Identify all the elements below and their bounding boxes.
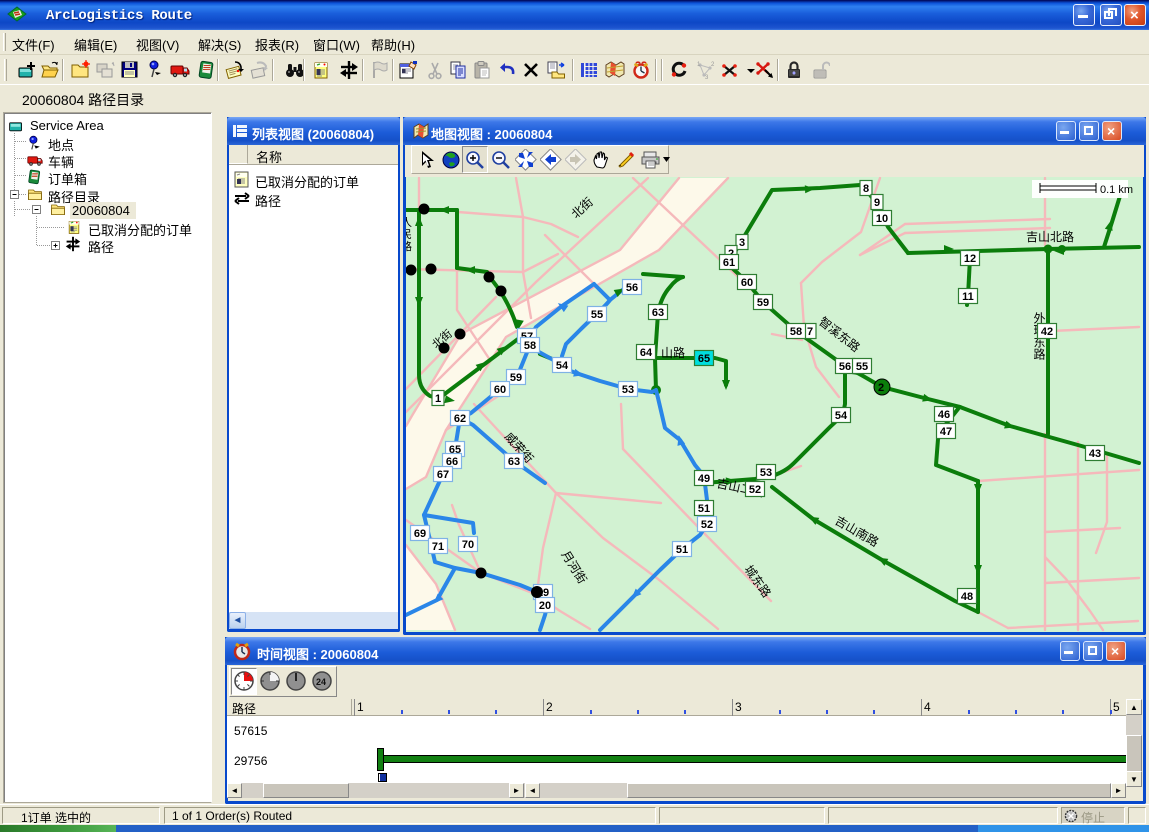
svg-text:1: 1 — [435, 393, 441, 405]
svg-text:46: 46 — [938, 409, 950, 421]
svg-text:0.1 km: 0.1 km — [1100, 184, 1133, 196]
svg-text:24: 24 — [316, 677, 326, 687]
svg-text:51: 51 — [698, 503, 710, 515]
svg-text:61: 61 — [723, 257, 735, 269]
svg-text:58: 58 — [790, 326, 802, 338]
svg-text:70: 70 — [462, 539, 474, 551]
svg-text:53: 53 — [622, 384, 634, 396]
svg-text:42: 42 — [1041, 326, 1053, 338]
svg-text:民: 民 — [406, 229, 412, 241]
svg-text:山路: 山路 — [661, 345, 685, 360]
svg-text:8: 8 — [863, 183, 869, 195]
svg-text:12: 12 — [964, 253, 976, 265]
svg-text:62: 62 — [454, 413, 466, 425]
svg-text:52: 52 — [749, 484, 761, 496]
svg-text:20: 20 — [539, 600, 551, 612]
svg-text:58: 58 — [524, 340, 536, 352]
svg-text:67: 67 — [437, 469, 449, 481]
svg-text:56: 56 — [626, 282, 638, 294]
svg-text:60: 60 — [741, 277, 753, 289]
svg-text:60: 60 — [494, 384, 506, 396]
svg-text:65: 65 — [698, 353, 710, 365]
svg-text:吉山北路: 吉山北路 — [1026, 229, 1074, 244]
svg-text:63: 63 — [652, 307, 664, 319]
svg-text:59: 59 — [757, 297, 769, 309]
svg-text:55: 55 — [856, 361, 868, 373]
svg-text:9: 9 — [874, 197, 880, 209]
svg-text:10: 10 — [876, 213, 888, 225]
svg-text:53: 53 — [760, 467, 772, 479]
svg-text:56: 56 — [839, 361, 851, 373]
svg-text:69: 69 — [414, 528, 426, 540]
svg-text:3: 3 — [739, 237, 745, 249]
svg-text:59: 59 — [510, 372, 522, 384]
svg-text:49: 49 — [698, 473, 710, 485]
svg-text:路: 路 — [406, 240, 412, 253]
svg-text:51: 51 — [676, 544, 688, 556]
svg-text:63: 63 — [508, 456, 520, 468]
svg-text:48: 48 — [961, 591, 973, 603]
svg-text:11: 11 — [962, 291, 974, 303]
svg-text:2: 2 — [878, 382, 884, 394]
svg-text:人: 人 — [406, 216, 412, 229]
svg-text:47: 47 — [940, 426, 952, 438]
svg-text:52: 52 — [701, 519, 713, 531]
svg-text:64: 64 — [640, 347, 653, 359]
svg-text:3: 3 — [705, 75, 709, 80]
svg-text:55: 55 — [591, 309, 603, 321]
svg-text:54: 54 — [556, 360, 569, 372]
svg-text:54: 54 — [835, 410, 848, 422]
svg-text:2: 2 — [711, 62, 715, 68]
svg-text:71: 71 — [432, 541, 444, 553]
svg-text:43: 43 — [1089, 448, 1101, 460]
svg-text:7: 7 — [807, 326, 813, 338]
